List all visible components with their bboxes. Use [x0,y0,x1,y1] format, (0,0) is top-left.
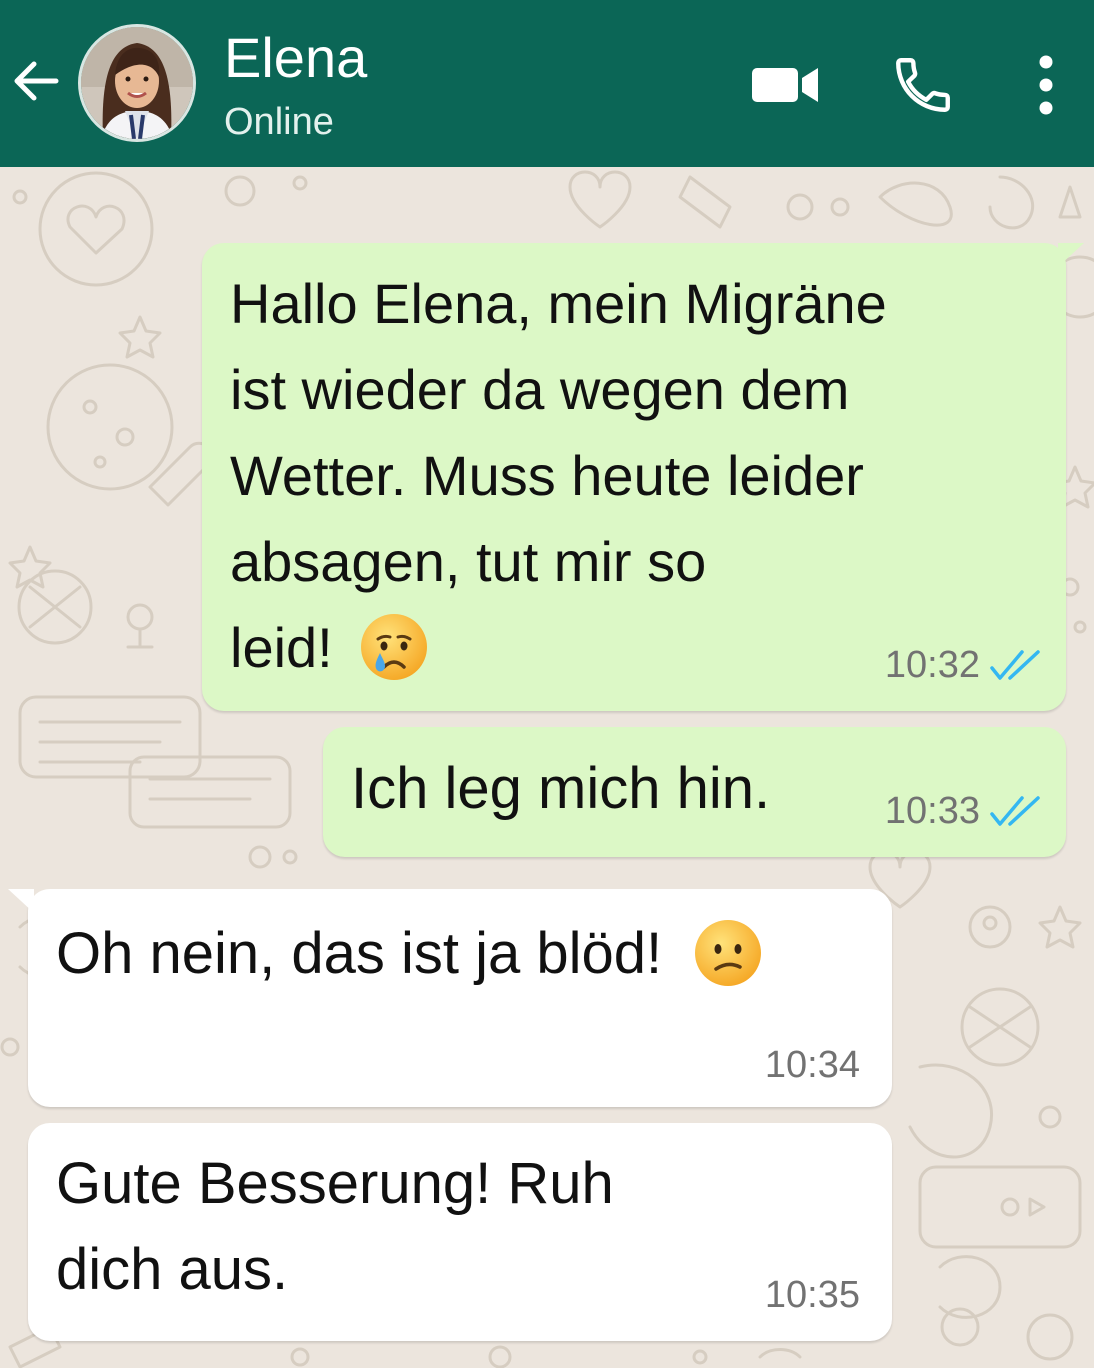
message-line-text: Oh nein, das ist ja blöd! [56,921,663,986]
back-button[interactable] [6,50,68,112]
message-bubble-incoming[interactable]: Oh nein, das ist ja blöd! 10:34 [8,889,892,1107]
double-check-icon [990,796,1040,826]
message-meta: 10:32 [885,643,1044,687]
message-text: Gute Besserung! Ruh dich aus. [56,1141,876,1313]
contact-name[interactable]: Elena [224,26,367,90]
message-line: Gute Besserung! Ruh [56,1151,614,1216]
message-time: 10:33 [884,790,980,832]
phone-icon [896,58,950,112]
confused-face-icon [695,919,762,986]
message-meta: 10:33 [885,789,1044,833]
message-line-text: leid! [230,616,333,679]
message-line: dich aus. [56,1237,289,1302]
video-call-button[interactable] [748,58,824,110]
message-text: Oh nein, das ist ja blöd! [56,911,876,997]
message-line: ist wieder da wegen dem [230,358,850,421]
message-time: 10:35 [764,1274,860,1316]
message-time: 10:34 [764,1044,860,1086]
message-text: Hallo Elena, mein Migräne ist wieder da … [230,261,1050,691]
message-bubble-outgoing[interactable]: Hallo Elena, mein Migräne ist wieder da … [202,243,1084,711]
contact-status: Online [224,101,334,143]
message-meta: 10:34 [765,1043,860,1087]
message-time: 10:32 [884,644,980,686]
message-bubble-incoming[interactable]: Gute Besserung! Ruh dich aus. 10:35 [28,1123,892,1341]
voice-call-button[interactable] [890,52,956,118]
crying-face-icon [361,614,428,681]
arrow-left-icon [14,61,59,101]
double-check-icon [990,650,1040,680]
message-text: Ich leg mich hin. [351,756,771,821]
chat-header: Elena Online [0,0,1094,167]
contact-avatar[interactable] [78,24,196,142]
bubble-tail [1058,243,1084,267]
more-vertical-icon [1039,55,1053,115]
message-line: Wetter. Muss heute leider [230,444,864,507]
avatar-image [81,27,193,139]
bubble-tail [8,889,34,913]
chat-background: Hallo Elena, mein Migräne ist wieder da … [0,167,1094,1368]
message-meta: 10:35 [765,1273,860,1317]
message-bubble-outgoing[interactable]: Ich leg mich hin. 10:33 [323,727,1066,857]
message-line: Hallo Elena, mein Migräne [230,272,887,335]
video-camera-icon [752,68,818,102]
message-line: absagen, tut mir so [230,530,707,593]
more-options-button[interactable] [1026,50,1066,120]
